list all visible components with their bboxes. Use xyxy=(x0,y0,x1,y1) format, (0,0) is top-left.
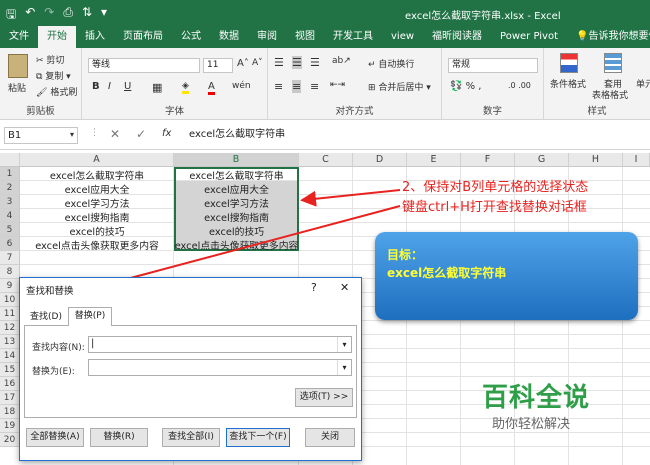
replace-button[interactable]: 替换(R) xyxy=(90,428,148,447)
arrow-to-column-b xyxy=(300,189,401,207)
text-cursor: | xyxy=(91,338,95,349)
replace-input[interactable]: ▾ xyxy=(88,359,352,376)
replace-label: 替换为(E): xyxy=(32,367,75,377)
find-next-button[interactable]: 查找下一个(F) xyxy=(226,428,290,447)
close-button[interactable]: 关闭 xyxy=(305,428,355,447)
goal-text: excel怎么截取字符串 xyxy=(387,266,507,280)
watermark-slogan: 助你轻松解决 xyxy=(492,417,571,432)
find-replace-dialog: 查找和替换 ? ✕ 查找(D) 替换(P) 查找内容(N): | ▾ 替换为(E… xyxy=(19,277,362,461)
options-button[interactable]: 选项(T) >> xyxy=(295,388,353,407)
replace-dropdown-icon[interactable]: ▾ xyxy=(337,360,351,375)
dialog-title-bar: 查找和替换 ? ✕ xyxy=(20,278,361,298)
goal-label: 目标： xyxy=(387,248,424,262)
help-button[interactable]: ? xyxy=(311,281,317,294)
tab-replace[interactable]: 替换(P) xyxy=(68,307,112,326)
find-dropdown-icon[interactable]: ▾ xyxy=(337,337,351,352)
tab-find[interactable]: 查找(D) xyxy=(26,309,66,325)
goal-bubble: 目标： excel怎么截取字符串 xyxy=(375,232,638,320)
find-label: 查找内容(N): xyxy=(32,343,85,353)
watermark-brand: 百科全说 xyxy=(482,383,591,413)
dialog-title: 查找和替换 xyxy=(26,286,74,297)
find-all-button[interactable]: 查找全部(I) xyxy=(162,428,220,447)
find-input[interactable]: | ▾ xyxy=(88,336,352,353)
close-icon[interactable]: ✕ xyxy=(340,281,349,294)
replace-all-button[interactable]: 全部替换(A) xyxy=(26,428,84,447)
